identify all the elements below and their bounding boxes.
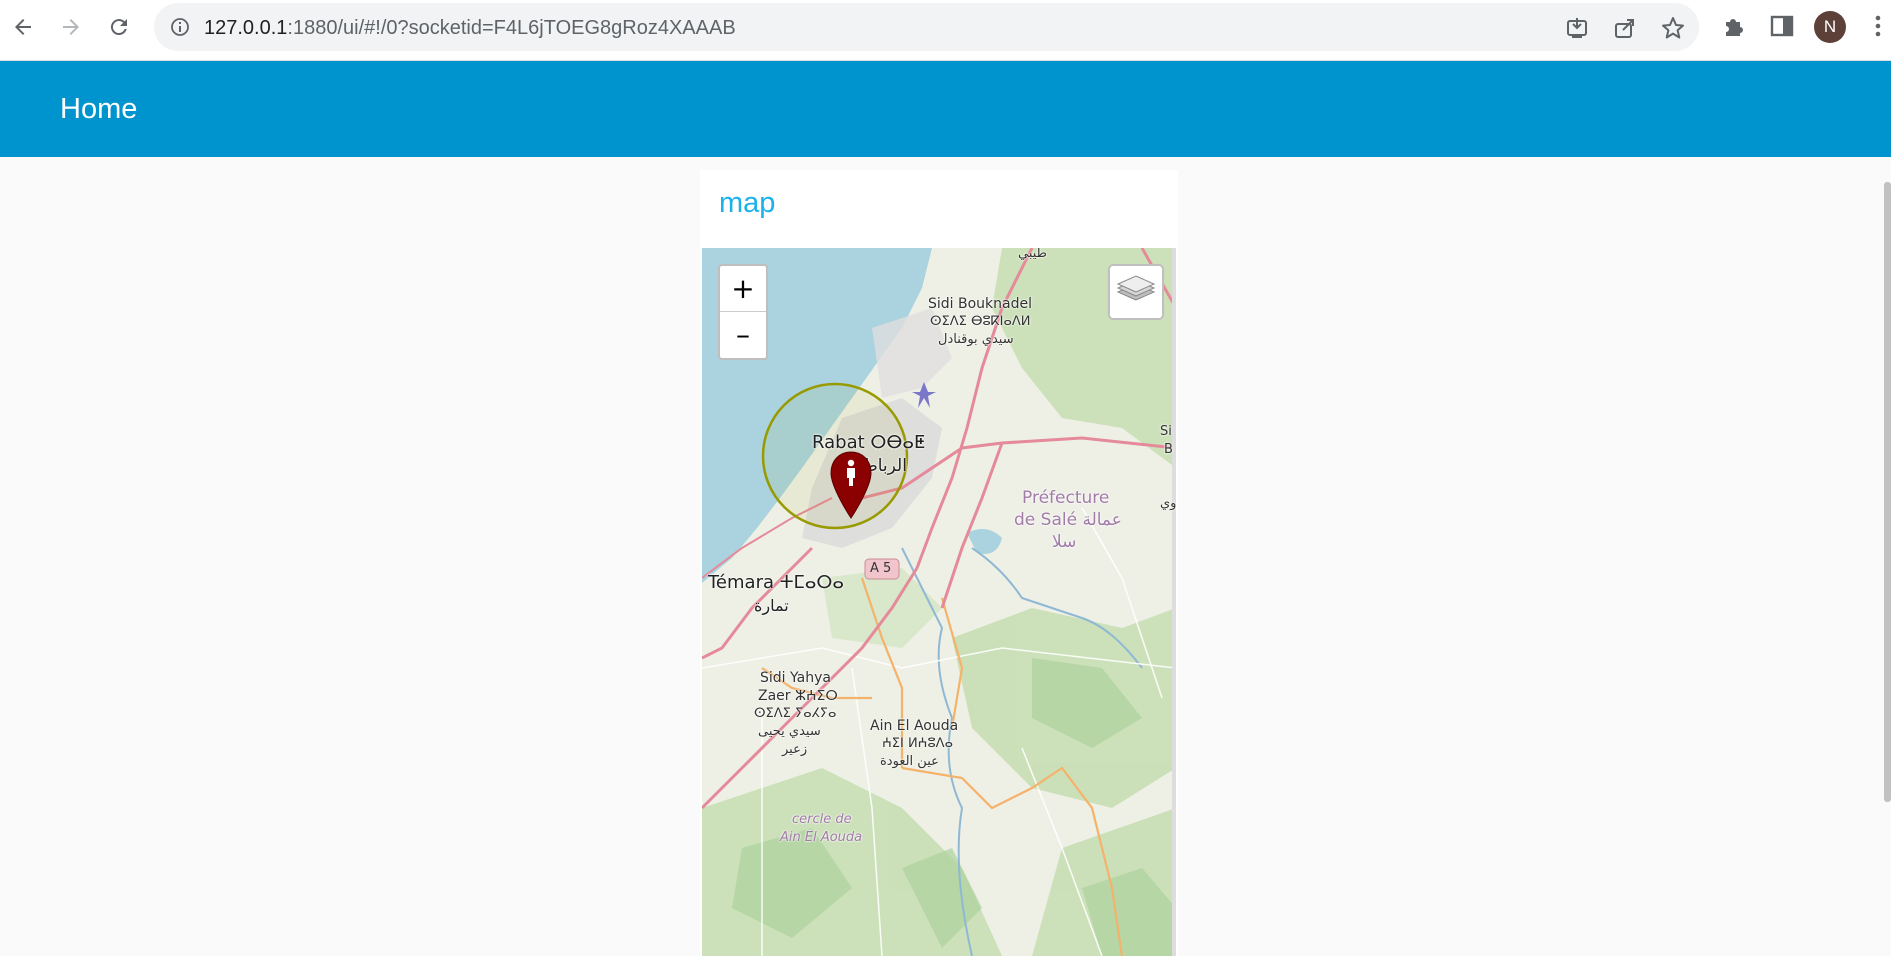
label-prefecture: Préfecture <box>1022 488 1110 508</box>
star-icon[interactable] <box>1660 15 1686 41</box>
label-temara: Témara ⵜⵎⴰⵔⴰ <box>708 572 844 593</box>
share-icon[interactable] <box>1612 15 1638 41</box>
label-sidi-yahya-ar: سيدي يحيى <box>758 724 821 739</box>
label-cercle-ain-el-aouda: Ain El Aouda <box>780 830 863 845</box>
label-prefecture-ar: سلا <box>1052 532 1077 552</box>
card-title: map <box>719 187 776 219</box>
profile-avatar[interactable]: N <box>1814 11 1846 43</box>
address-bar[interactable]: 127.0.0.1:1880/ui/#!/0?socketid=F4L6jTOE… <box>154 3 1699 51</box>
url-text[interactable]: 127.0.0.1:1880/ui/#!/0?socketid=F4L6jTOE… <box>204 17 736 40</box>
label-cercle: cercle de <box>792 812 852 827</box>
label-sidi-yahya-zaer: Zaer ⵣⵄⵉⵔ <box>758 688 838 704</box>
zoom-in-button[interactable]: + <box>720 266 766 312</box>
layers-button[interactable] <box>1108 264 1164 320</box>
zoom-out-button[interactable]: – <box>720 312 766 357</box>
label-sidi-bouknadel: Sidi Bouknadel <box>928 296 1032 312</box>
forward-button[interactable] <box>56 12 86 42</box>
label-ain-el-aouda-tifinagh: ⵄⵉⵏ ⵍⵄⵓⴷⴰ <box>882 736 953 751</box>
browser-toolbar: 127.0.0.1:1880/ui/#!/0?socketid=F4L6jTOE… <box>0 0 1891 61</box>
a5-shield: A 5 <box>870 561 892 576</box>
page-title: Home <box>60 93 138 125</box>
page-scrollbar[interactable] <box>1884 182 1891 802</box>
reload-icon <box>110 19 127 36</box>
install-icon[interactable] <box>1564 15 1590 41</box>
arrow-right-icon <box>63 19 79 35</box>
layers-icon <box>1116 275 1156 301</box>
label-edge-ar: وي <box>1160 496 1176 511</box>
reload-button[interactable] <box>104 12 134 42</box>
arrow-left-icon <box>15 19 31 35</box>
label-sidi-bouknadel-tifinagh: ⵙⵉⴷⵉ ⴱⵓⴽⵏⴰⴷⵍ <box>930 314 1031 329</box>
label-sidi-bouknadel-ar: سيدي بوقنادل <box>938 332 1014 347</box>
label-prefecture-sale: de Salé عمالة <box>1014 510 1122 530</box>
url-path: :1880/ui/#!/0?socketid=F4L6jTOEG8gRoz4XA… <box>287 17 736 39</box>
label-temara-ar: تمارة <box>754 596 789 615</box>
url-host: 127.0.0.1 <box>204 17 288 39</box>
zoom-control: + – <box>718 264 768 360</box>
label-ain-el-aouda-ar: عين العودة <box>880 754 939 769</box>
label-edge-si: Si <box>1160 424 1172 439</box>
label-sidi-yahya-tifinagh: ⵙⵉⴷⵉ ⵢⴰⵃⵢⴰ <box>754 706 837 721</box>
location-marker[interactable] <box>829 450 873 520</box>
back-button[interactable] <box>8 12 38 42</box>
label-sidi-yahya: Sidi Yahya <box>760 670 831 686</box>
info-icon[interactable] <box>170 17 190 37</box>
dashboard-header: Home <box>0 61 1891 157</box>
label-tayebi: طيبي <box>1018 248 1048 261</box>
map-card: map طيبي Sidi Bouknadel ⵙⵉⴷⵉ ⴱⵓⴽⵏⴰⴷⵍ سيد… <box>700 170 1178 956</box>
label-sidi-yahya-ar-2: زعير <box>782 742 808 757</box>
more-menu-icon[interactable] <box>1864 12 1891 40</box>
extensions-icon[interactable] <box>1720 12 1748 40</box>
map-view[interactable]: طيبي Sidi Bouknadel ⵙⵉⴷⵉ ⴱⵓⴽⵏⴰⴷⵍ سيدي بو… <box>702 248 1176 956</box>
label-edge-b: B <box>1164 442 1173 457</box>
side-panel-icon[interactable] <box>1768 12 1796 40</box>
label-ain-el-aouda: Ain El Aouda <box>870 718 959 734</box>
